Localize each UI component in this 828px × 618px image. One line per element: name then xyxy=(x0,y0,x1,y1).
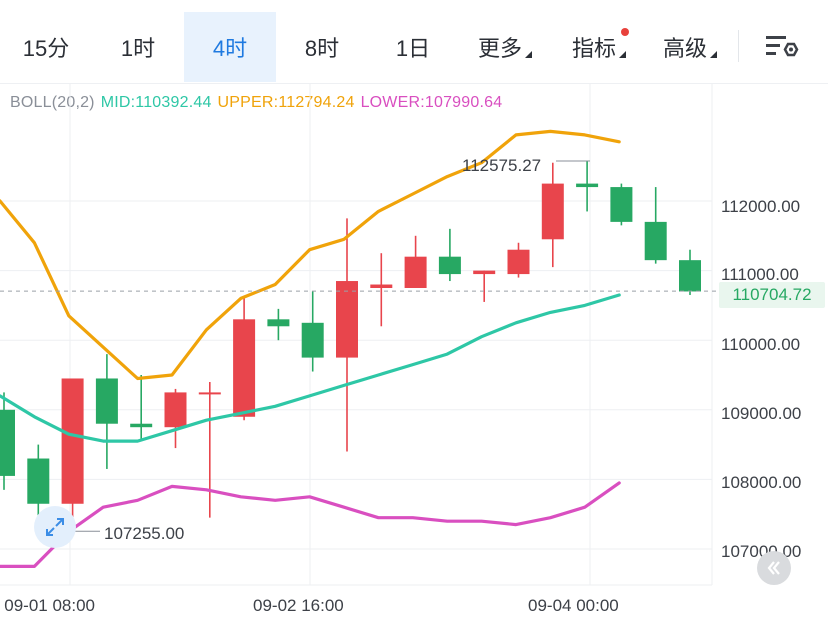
tab-advanced-menu[interactable]: 高级 xyxy=(646,12,734,82)
candle-body xyxy=(301,322,324,358)
candle-body xyxy=(507,249,530,275)
tab-indicators-menu[interactable]: 指标 xyxy=(552,12,646,82)
expand-icon[interactable] xyxy=(34,506,76,548)
double-chevron-left-icon xyxy=(767,561,780,575)
y-tick-label: 109000.00 xyxy=(721,404,802,423)
dropdown-triangle-icon xyxy=(710,50,717,58)
x-tick-label: 09-02 16:00 xyxy=(253,596,344,615)
candle-body xyxy=(267,319,290,327)
candle-body xyxy=(644,221,667,261)
candlestick-chart[interactable] xyxy=(0,84,828,594)
tab-4h[interactable]: 4时 xyxy=(184,12,276,82)
y-tick-label: 112000.00 xyxy=(721,197,801,216)
notification-dot xyxy=(621,28,629,36)
tab-1h[interactable]: 1时 xyxy=(92,12,184,82)
x-tick-label: 09-04 00:00 xyxy=(528,596,619,615)
candle-body xyxy=(95,378,118,424)
candle-body xyxy=(336,281,358,358)
tab-8h[interactable]: 8时 xyxy=(276,12,368,82)
candle-body xyxy=(438,256,461,275)
candle-body xyxy=(679,260,701,292)
divider xyxy=(738,30,739,62)
candle-body xyxy=(233,319,256,417)
candle-body xyxy=(541,183,564,240)
high-price-annotation: 112575.27 xyxy=(462,156,542,175)
candle-body xyxy=(404,256,427,288)
current-price-label: 110704.72 xyxy=(719,282,825,308)
tab-1d[interactable]: 1日 xyxy=(368,12,458,82)
chart-settings-icon[interactable] xyxy=(764,34,800,62)
candle-body xyxy=(61,378,84,504)
candle-body xyxy=(473,270,496,275)
candle-body xyxy=(130,423,153,428)
low-price-annotation: 107255.00 xyxy=(104,524,185,543)
candle-body xyxy=(610,187,633,222)
candle-body xyxy=(0,409,15,476)
candle-body xyxy=(370,284,393,288)
dropdown-triangle-icon xyxy=(525,50,532,58)
y-tick-label: 108000.00 xyxy=(721,473,802,492)
candle-body xyxy=(27,458,50,504)
y-tick-label: 110000.00 xyxy=(721,335,801,354)
dropdown-triangle-icon xyxy=(619,50,626,58)
scroll-to-latest-button[interactable] xyxy=(757,551,791,585)
candle-body xyxy=(164,392,187,428)
x-tick-label: 09-01 08:00 xyxy=(4,596,95,615)
timeframe-tab-bar: 15分 1时 4时 8时 1日 更多 指标 高级 xyxy=(0,0,828,84)
tab-more-menu[interactable]: 更多 xyxy=(458,12,552,82)
candle-body xyxy=(198,392,221,395)
candle-body xyxy=(576,183,599,188)
tab-15m[interactable]: 15分 xyxy=(0,12,92,82)
